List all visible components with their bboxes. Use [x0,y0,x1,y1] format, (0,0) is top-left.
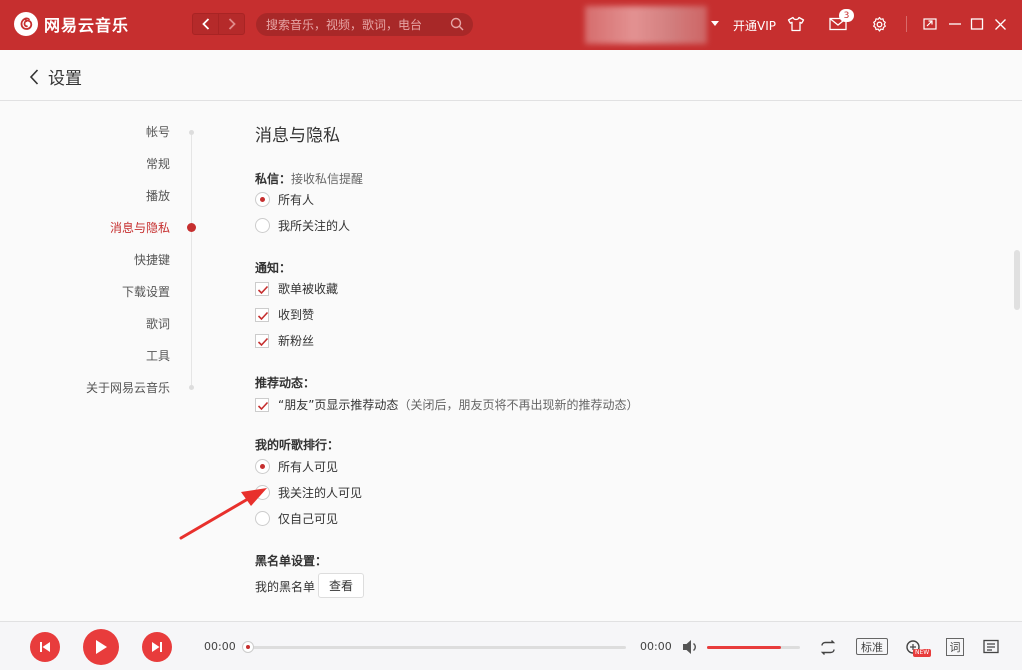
previous-icon [40,642,50,652]
sidebar-item-shortcuts[interactable]: 快捷键 [134,251,170,268]
radio-selected[interactable] [255,192,270,207]
search-icon[interactable] [450,17,464,31]
option-label: 所有人 [278,193,315,207]
settings-sidebar: 帐号 常规 播放 消息与隐私 快捷键 下载设置 歌词 工具 关于网易云音乐 [0,101,200,621]
current-time: 00:00 [204,640,236,653]
radio-selected[interactable] [255,459,270,474]
sidebar-item-tools[interactable]: 工具 [146,347,170,364]
sidebar-item-lyrics[interactable]: 歌词 [146,315,170,332]
scrollbar-track[interactable] [1012,101,1020,621]
checkbox-checked[interactable] [255,307,269,322]
lyrics-button[interactable]: 词 [946,638,964,656]
total-time: 00:00 [640,640,672,653]
play-icon [96,640,107,654]
ranking-option-everyone[interactable]: 所有人可见 [255,458,338,475]
sound-quality-button[interactable]: 标准 [856,638,888,655]
maximize-icon[interactable] [967,14,987,34]
option-label: 歌单被收藏 [278,282,339,296]
privacy-settings-panel: 消息与隐私 私信：接收私信提醒 所有人 我所关注的人 通知： 歌单被收藏 收到赞… [255,101,995,621]
app-name: 网易云音乐 [44,16,130,35]
history-nav [192,13,245,35]
message-count-badge: 3 [839,9,854,22]
option-label: 我关注的人可见 [278,486,363,500]
skin-tshirt-icon[interactable] [786,14,806,34]
player-bar: 00:00 00:00 标准 NEW 词 [0,621,1022,670]
progress-knob[interactable] [242,641,254,653]
timeline-dot-end [189,385,194,390]
private-msg-option-everyone[interactable]: 所有人 [255,191,314,208]
recommend-label: 推荐动态： [255,376,316,390]
sidebar-item-playback[interactable]: 播放 [146,187,170,204]
notify-option-playlist-collected[interactable]: 歌单被收藏 [255,280,338,297]
volume-icon[interactable] [681,638,701,656]
playlist-icon[interactable] [982,637,1002,657]
next-icon [152,642,162,652]
blacklist-label: 黑名单设置： [255,554,328,568]
user-menu-caret-icon[interactable] [711,21,719,26]
option-label: 我所关注的人 [278,219,351,233]
private-msg-sub-label: 接收私信提醒 [291,172,364,186]
option-hint: （关闭后，朋友页将不再出现新的推荐动态） [398,398,639,412]
checkbox-checked[interactable] [255,397,269,412]
option-label: “朋友”页显示推荐动态 [278,398,399,412]
sidebar-item-general[interactable]: 常规 [146,155,170,172]
annotation-arrow-icon [179,488,267,540]
user-avatar-blurred[interactable] [585,6,707,44]
notify-label: 通知： [255,261,292,275]
checkbox-checked[interactable] [255,281,269,296]
scrollbar-thumb[interactable] [1014,250,1020,310]
search-input[interactable] [266,13,441,36]
vip-button[interactable]: 开通VIP [733,17,776,34]
notify-option-likes[interactable]: 收到赞 [255,306,314,323]
section-title: 消息与隐私 [255,126,340,146]
app-logo[interactable]: 网易云音乐 [14,12,129,36]
private-msg-label: 私信：接收私信提醒 [255,170,363,187]
timeline-dot-active [187,223,196,232]
play-button[interactable] [83,629,119,665]
volume-slider-fill [707,646,781,649]
close-icon[interactable] [990,14,1010,34]
timeline-dot-start [189,130,194,135]
sidebar-timeline [191,131,192,387]
search-box [256,13,473,36]
radio-unselected[interactable] [255,218,270,233]
view-blacklist-button[interactable]: 查看 [318,573,364,598]
blacklist-text: 我的黑名单 [255,580,316,594]
netease-music-logo-icon [14,12,38,36]
back-button[interactable]: 设置 [28,64,82,89]
option-label: 新粉丝 [278,334,315,348]
checkbox-checked[interactable] [255,333,269,348]
loop-mode-icon[interactable] [818,637,838,657]
sidebar-item-about[interactable]: 关于网易云音乐 [86,379,170,396]
private-msg-option-following[interactable]: 我所关注的人 [255,217,350,234]
title-bar: 网易云音乐 开通VIP 3 [0,0,1022,50]
notify-option-new-followers[interactable]: 新粉丝 [255,332,314,349]
sidebar-item-download[interactable]: 下载设置 [122,283,170,300]
settings-gear-icon[interactable] [869,14,889,34]
option-label: 所有人可见 [278,460,339,474]
previous-track-button[interactable] [30,632,60,662]
mini-mode-icon[interactable] [920,14,940,34]
titlebar-divider [906,16,907,32]
page-title: 设置 [48,69,82,89]
new-tag-badge: NEW [913,649,932,657]
next-track-button[interactable] [142,632,172,662]
chevron-left-icon [29,68,39,85]
settings-header: 设置 [0,50,1022,101]
option-label: 仅自己可见 [278,512,339,526]
ranking-label: 我的听歌排行： [255,438,340,452]
back-arrow-icon[interactable] [193,14,218,34]
recommend-option[interactable]: “朋友”页显示推荐动态 （关闭后，朋友页将不再出现新的推荐动态） [255,396,638,413]
private-msg-label-text: 私信： [255,172,292,186]
sidebar-item-account[interactable]: 帐号 [146,123,170,140]
minimize-icon[interactable] [945,14,965,34]
forward-arrow-icon[interactable] [218,14,244,34]
progress-bar[interactable] [246,646,626,649]
option-label: 收到赞 [278,308,315,322]
sidebar-item-privacy[interactable]: 消息与隐私 [110,219,170,236]
